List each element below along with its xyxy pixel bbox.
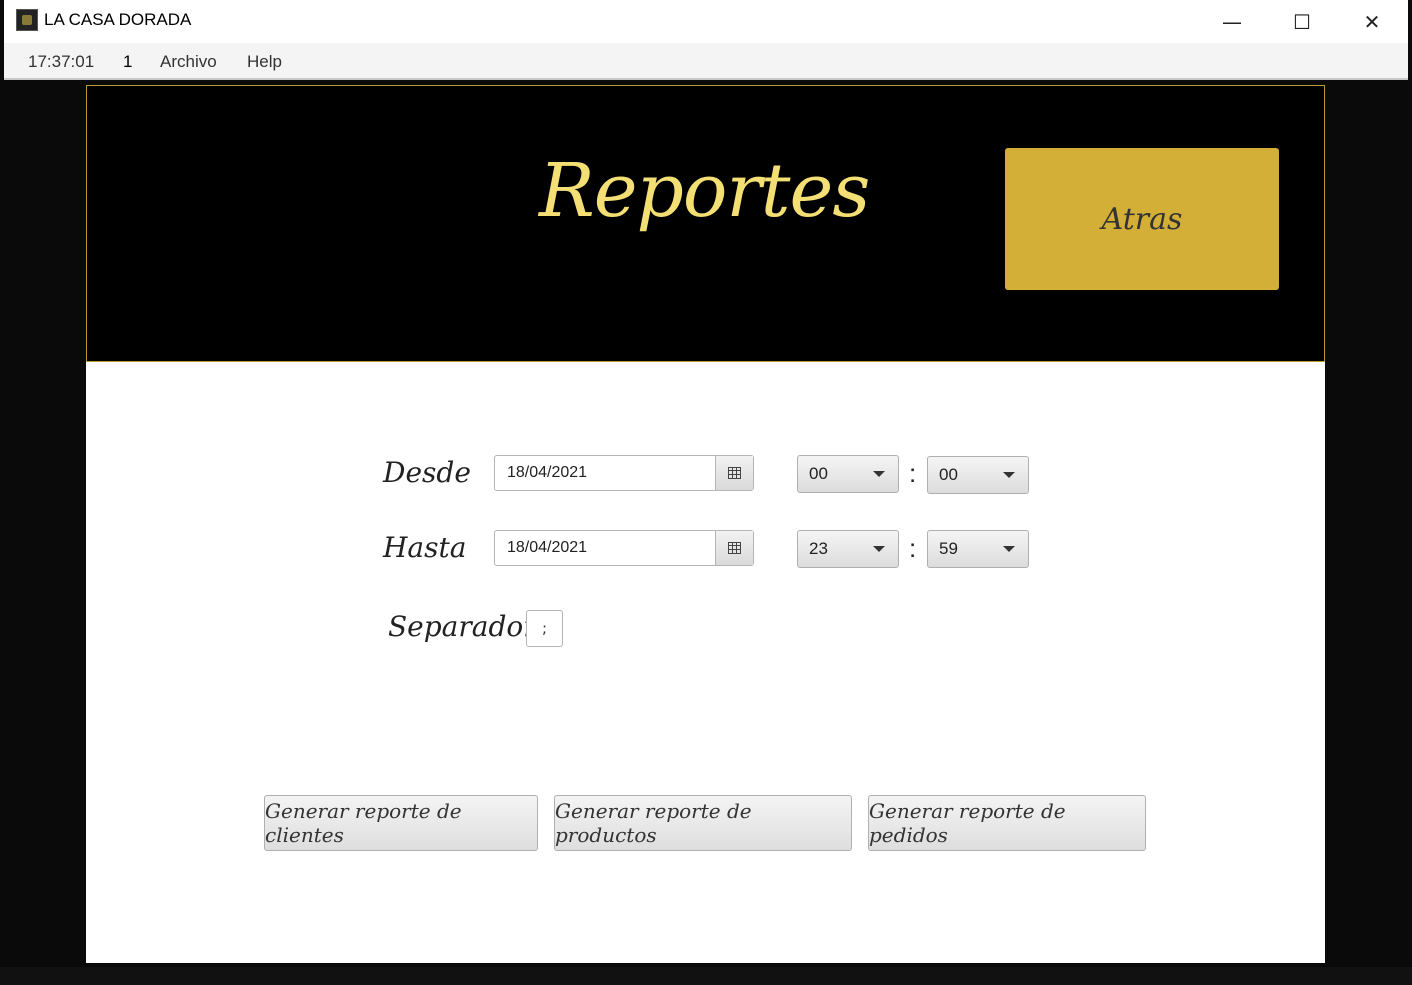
maximize-icon: ☐: [1293, 9, 1311, 34]
app-logo-icon: [16, 9, 38, 31]
from-minute-value: 00: [939, 465, 958, 484]
from-date-value[interactable]: 18/04/2021: [507, 464, 587, 482]
from-calendar-button[interactable]: [715, 456, 753, 490]
to-minute-select[interactable]: 59: [927, 530, 1029, 568]
from-hour-value: 00: [809, 464, 828, 483]
to-minute-value: 59: [939, 539, 958, 558]
menu-bar: 17:37:01 1 Archivo Help: [4, 43, 1408, 80]
generate-products-report-button[interactable]: Generar reporte de productos: [554, 795, 852, 851]
window-title: LA CASA DORADA: [44, 10, 192, 29]
close-icon: ✕: [1363, 9, 1381, 34]
generate-clients-report-button[interactable]: Generar reporte de clientes: [264, 795, 538, 851]
generate-orders-report-button[interactable]: Generar reporte de pedidos: [868, 795, 1146, 851]
to-calendar-button[interactable]: [715, 531, 753, 565]
time-colon: :: [909, 533, 917, 563]
maximize-button[interactable]: ☐: [1267, 0, 1337, 43]
from-hour-select[interactable]: 00: [797, 455, 899, 493]
chevron-down-icon: [873, 546, 885, 552]
chevron-down-icon: [1003, 546, 1015, 552]
back-button[interactable]: Atras: [1005, 148, 1279, 290]
close-button[interactable]: ✕: [1337, 0, 1407, 43]
chevron-down-icon: [873, 471, 885, 477]
menu-archivo[interactable]: Archivo: [160, 52, 217, 72]
calendar-icon: [728, 467, 741, 479]
clock-label: 17:37:01: [28, 52, 95, 71]
separator-input[interactable]: ;: [526, 610, 563, 647]
report-form: Desde 18/04/2021 00 : 00 Hasta 18/04/202…: [86, 362, 1325, 963]
chevron-down-icon: [1003, 472, 1015, 478]
to-hour-value: 23: [809, 539, 828, 558]
background-statusbar: [0, 967, 1412, 985]
time-colon: :: [909, 458, 917, 488]
minimize-button[interactable]: —: [1197, 0, 1267, 43]
from-label: Desde: [383, 456, 471, 489]
from-date-picker[interactable]: 18/04/2021: [494, 455, 754, 491]
to-date-value[interactable]: 18/04/2021: [507, 539, 587, 557]
to-hour-select[interactable]: 23: [797, 530, 899, 568]
separator-label: Separador: [388, 610, 537, 643]
to-date-picker[interactable]: 18/04/2021: [494, 530, 754, 566]
minimize-icon: —: [1222, 9, 1242, 34]
window-titlebar: LA CASA DORADA — ☐ ✕: [4, 0, 1408, 43]
from-minute-select[interactable]: 00: [927, 456, 1029, 494]
page-header: Reportes Atras: [86, 85, 1325, 362]
page-title: Reportes: [539, 148, 870, 234]
menu-help[interactable]: Help: [247, 52, 282, 72]
counter-label: 1: [123, 52, 133, 71]
calendar-icon: [728, 542, 741, 554]
to-label: Hasta: [383, 531, 467, 564]
